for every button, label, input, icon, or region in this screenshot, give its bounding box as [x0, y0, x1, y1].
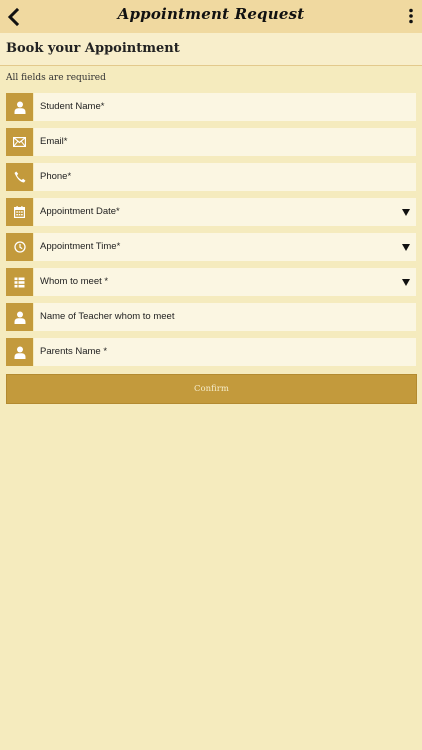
- calendar-icon: [14, 206, 25, 218]
- appointment-time-field[interactable]: Appointment Time*: [6, 233, 416, 261]
- email-placeholder: Email*: [40, 136, 68, 147]
- more-vertical-icon: [409, 8, 413, 24]
- phone-placeholder: Phone*: [40, 171, 72, 182]
- student-name-field[interactable]: Student Name*: [6, 93, 416, 121]
- appointment-date-placeholder: Appointment Date*: [40, 206, 120, 217]
- student-name-placeholder: Student Name*: [40, 101, 105, 112]
- parents-name-placeholder: Parents Name *: [40, 346, 108, 357]
- dropdown-arrow-icon: [402, 209, 410, 216]
- appointment-date-select[interactable]: Appointment Date*: [33, 198, 416, 226]
- parents-name-field[interactable]: Parents Name *: [6, 338, 416, 366]
- phone-icon: [14, 171, 25, 183]
- teacher-name-input[interactable]: Name of Teacher whom to meet: [33, 303, 416, 331]
- whom-to-meet-field[interactable]: Whom to meet *: [6, 268, 416, 296]
- confirm-button[interactable]: Confirm: [6, 374, 417, 404]
- confirm-button-label: Confirm: [194, 384, 229, 394]
- whom-to-meet-placeholder: Whom to meet *: [40, 276, 109, 287]
- appointment-date-field[interactable]: Appointment Date*: [6, 198, 416, 226]
- email-field[interactable]: Email*: [6, 128, 416, 156]
- parents-name-input[interactable]: Parents Name *: [33, 338, 416, 366]
- student-name-input[interactable]: Student Name*: [33, 93, 416, 121]
- clock-icon: [13, 241, 26, 253]
- phone-field[interactable]: Phone*: [6, 163, 416, 191]
- overflow-menu-button[interactable]: [406, 8, 416, 24]
- list-icon: [14, 277, 25, 287]
- user-icon: [14, 346, 25, 359]
- envelope-icon: [13, 137, 26, 147]
- teacher-name-field[interactable]: Name of Teacher whom to meet: [6, 303, 416, 331]
- required-note: All fields are required: [6, 73, 106, 83]
- phone-input[interactable]: Phone*: [33, 163, 416, 191]
- section-header: Book your Appointment: [0, 33, 422, 66]
- user-icon: [14, 311, 25, 324]
- dropdown-arrow-icon: [402, 244, 410, 251]
- email-input[interactable]: Email*: [33, 128, 416, 156]
- appointment-time-placeholder: Appointment Time*: [40, 241, 121, 252]
- section-title: Book your Appointment: [6, 41, 180, 56]
- teacher-name-placeholder: Name of Teacher whom to meet: [40, 311, 175, 322]
- whom-to-meet-select[interactable]: Whom to meet *: [33, 268, 416, 296]
- appointment-time-select[interactable]: Appointment Time*: [33, 233, 416, 261]
- page-title: Appointment Request: [117, 5, 305, 23]
- user-icon: [14, 101, 25, 114]
- dropdown-arrow-icon: [402, 279, 410, 286]
- app-bar: Appointment Request: [0, 0, 422, 33]
